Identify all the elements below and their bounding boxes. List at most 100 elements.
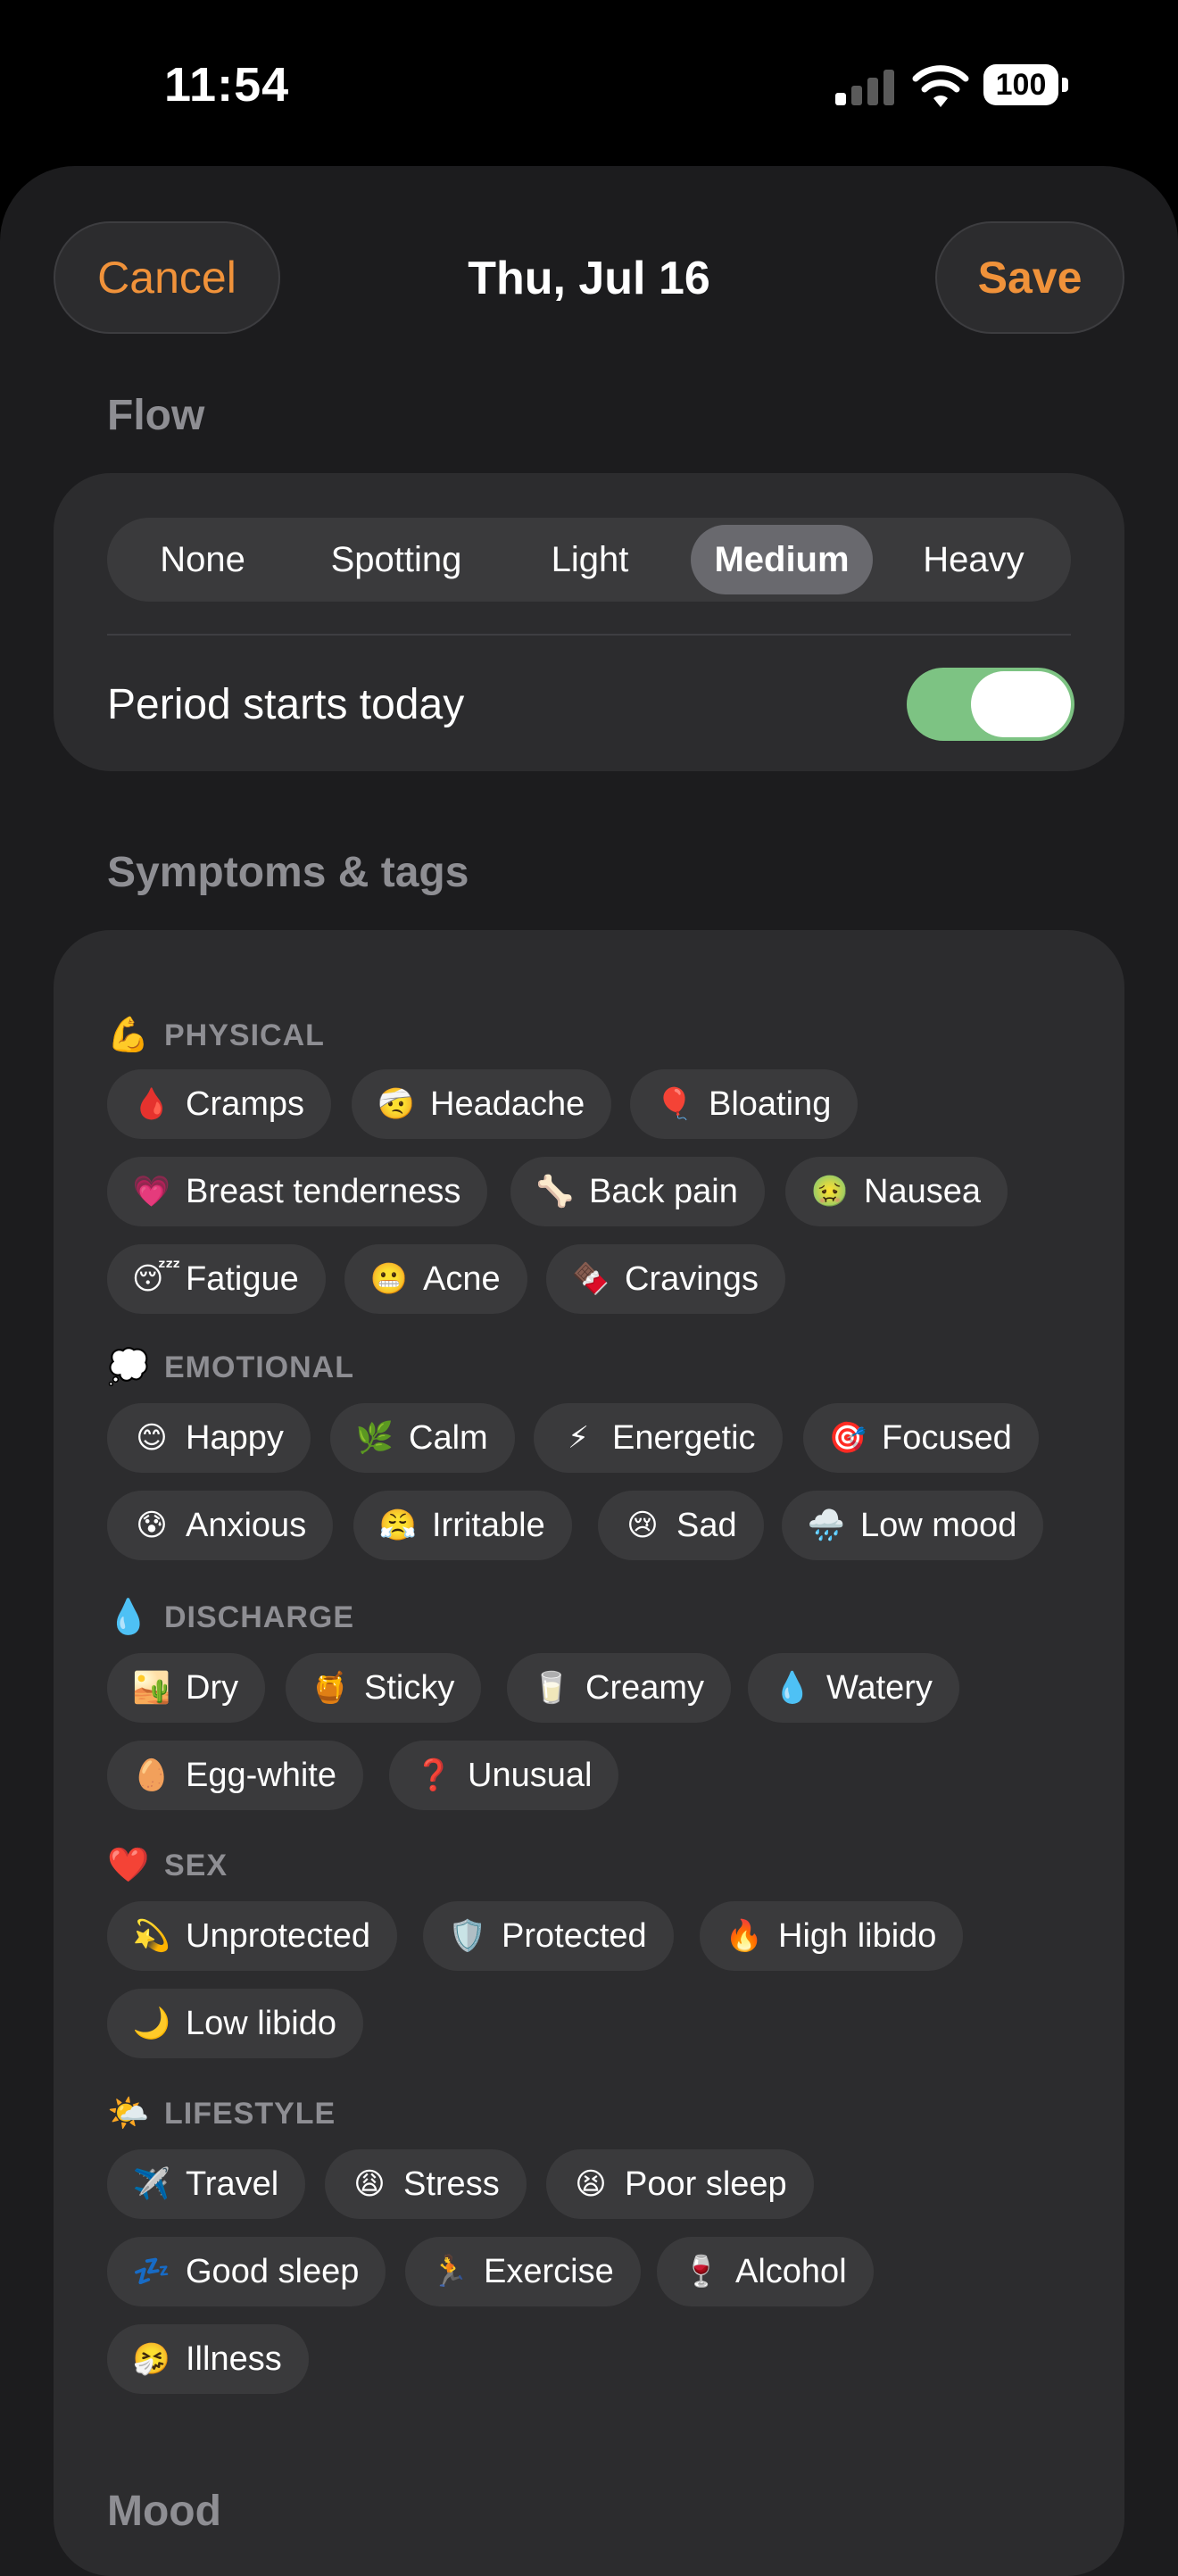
category-lifestyle: 🌤️ LIFESTYLE: [107, 2089, 336, 2139]
category-label: PHYSICAL: [164, 1018, 325, 1052]
grimacing-face-icon: 😬: [369, 1262, 409, 1296]
toggle-knob: [971, 671, 1071, 737]
flexed-biceps-icon: 💪: [107, 1017, 150, 1054]
tag-low-libido[interactable]: 🌙 Low libido: [107, 1989, 363, 2058]
tag-fatigue[interactable]: 😴 Fatigue: [107, 1244, 326, 1314]
tag-headache[interactable]: 🤕 Headache: [352, 1069, 612, 1139]
tag-acne[interactable]: 😬 Acne: [344, 1244, 527, 1314]
egg-icon: 🥚: [132, 1758, 171, 1792]
category-discharge: 💧 DISCHARGE: [107, 1592, 354, 1642]
tag-focused[interactable]: 🎯 Focused: [803, 1403, 1039, 1473]
battery-level: 100: [983, 64, 1058, 105]
flow-option-medium[interactable]: Medium: [691, 525, 873, 594]
tag-alcohol[interactable]: 🍷 Alcohol: [657, 2237, 874, 2306]
tag-energetic[interactable]: ⚡ Energetic: [534, 1403, 783, 1473]
symptoms-section-title: Symptoms & tags: [107, 849, 469, 896]
category-label: LIFESTYLE: [164, 2096, 336, 2131]
dizzy-star-icon: 💫: [132, 1919, 171, 1953]
period-starts-toggle[interactable]: [907, 668, 1074, 741]
flow-card: None Spotting Light Medium Heavy Period …: [54, 473, 1124, 771]
flow-option-none[interactable]: None: [111, 518, 294, 602]
category-label: EMOTIONAL: [164, 1350, 354, 1384]
crying-face-icon: 😢: [626, 1508, 659, 1542]
category-sex: ❤️ SEX: [107, 1841, 228, 1890]
rain-cloud-icon: 🌧️: [807, 1508, 846, 1542]
tag-poor-sleep[interactable]: 😫 Poor sleep: [546, 2149, 814, 2219]
flow-option-spotting[interactable]: Spotting: [300, 518, 493, 602]
tag-cravings[interactable]: 🍫 Cravings: [546, 1244, 785, 1314]
zzz-icon: 💤: [132, 2255, 171, 2289]
log-day-sheet: Cancel Thu, Jul 16 Save Flow None Spotti…: [0, 166, 1178, 2576]
tag-nausea[interactable]: 🤢 Nausea: [785, 1157, 1008, 1226]
huffing-face-icon: 😤: [378, 1508, 418, 1542]
tag-egg-white[interactable]: 🥚 Egg-white: [107, 1741, 363, 1810]
tag-creamy[interactable]: 🥛 Creamy: [507, 1653, 732, 1723]
fire-icon: 🔥: [725, 1919, 764, 1953]
desert-icon: 🏜️: [132, 1671, 171, 1705]
tag-watery[interactable]: 💧 Watery: [748, 1653, 959, 1723]
red-heart-icon: ❤️: [107, 1847, 150, 1884]
tag-anxious[interactable]: 😰 Anxious: [107, 1491, 334, 1560]
running-person-icon: 🏃: [430, 2255, 469, 2289]
tag-low-mood[interactable]: 🌧️ Low mood: [782, 1491, 1044, 1560]
tag-sad[interactable]: 😢 Sad: [598, 1491, 764, 1560]
smiling-face-icon: 😊: [136, 1421, 168, 1455]
airplane-icon: ✈️: [132, 2167, 171, 2201]
tag-dry[interactable]: 🏜️ Dry: [107, 1653, 266, 1723]
head-bandage-icon: 🤕: [377, 1087, 416, 1121]
droplet-icon: 💧: [773, 1671, 812, 1705]
tag-breast-tenderness[interactable]: 💗 Breast tenderness: [107, 1157, 488, 1226]
honey-pot-icon: 🍯: [311, 1671, 350, 1705]
growing-heart-icon: 💗: [132, 1175, 171, 1209]
symptoms-card: 💪 PHYSICAL 🩸 Cramps 🤕 Headache 🎈 Bloating 💗…: [54, 930, 1124, 2576]
weary-face-icon: 😩: [353, 2167, 386, 2201]
herb-icon: 🌿: [355, 1421, 394, 1455]
category-physical: 💪 PHYSICAL: [107, 1010, 325, 1060]
save-button[interactable]: Save: [935, 221, 1124, 334]
lightning-icon: ⚡: [568, 1421, 589, 1455]
tag-cramps[interactable]: 🩸 Cramps: [107, 1069, 332, 1139]
tag-irritable[interactable]: 😤 Irritable: [353, 1491, 572, 1560]
flow-section-title: Flow: [107, 392, 205, 439]
category-emotional: 💭 EMOTIONAL: [107, 1342, 354, 1392]
tag-sticky[interactable]: 🍯 Sticky: [286, 1653, 482, 1723]
category-label: DISCHARGE: [164, 1600, 355, 1634]
period-starts-label: Period starts today: [107, 681, 465, 728]
flow-segmented-control[interactable]: None Spotting Light Medium Heavy: [107, 518, 1071, 602]
tag-calm[interactable]: 🌿 Calm: [330, 1403, 515, 1473]
sleeping-face-icon: 😴: [132, 1262, 181, 1296]
tag-protected[interactable]: 🛡️ Protected: [423, 1901, 674, 1971]
tag-illness[interactable]: 🤧 Illness: [107, 2324, 309, 2394]
tag-unusual[interactable]: ❓ Unusual: [389, 1741, 619, 1810]
tag-back-pain[interactable]: 🦴 Back pain: [510, 1157, 765, 1226]
sun-behind-cloud-icon: 🌤️: [107, 2095, 150, 2132]
shield-icon: 🛡️: [448, 1919, 487, 1953]
sneezing-face-icon: 🤧: [132, 2342, 171, 2376]
flow-option-light[interactable]: Light: [498, 518, 682, 602]
question-mark-icon: ❓: [414, 1758, 453, 1792]
target-icon: 🎯: [828, 1421, 867, 1455]
tag-happy[interactable]: 😊 Happy: [107, 1403, 311, 1473]
tag-exercise[interactable]: 🏃 Exercise: [405, 2237, 641, 2306]
tag-stress[interactable]: 😩 Stress: [325, 2149, 527, 2219]
bone-icon: 🦴: [535, 1175, 575, 1209]
blood-drop-icon: 🩸: [132, 1087, 171, 1121]
glass-of-milk-icon: 🥛: [532, 1671, 571, 1705]
tag-high-libido[interactable]: 🔥 High libido: [700, 1901, 964, 1971]
battery-icon: 100: [983, 64, 1069, 105]
wine-glass-icon: 🍷: [682, 2255, 721, 2289]
tag-bloating[interactable]: 🎈 Bloating: [630, 1069, 859, 1139]
category-label: SEX: [164, 1848, 228, 1882]
tag-unprotected[interactable]: 💫 Unprotected: [107, 1901, 398, 1971]
balloon-icon: 🎈: [655, 1087, 694, 1121]
thought-balloon-icon: 💭: [107, 1349, 150, 1386]
tired-face-icon: 😫: [575, 2167, 607, 2201]
cellular-signal-icon: [835, 68, 896, 105]
droplet-icon: 💧: [107, 1599, 150, 1636]
tag-good-sleep[interactable]: 💤 Good sleep: [107, 2237, 386, 2306]
chocolate-bar-icon: 🍫: [571, 1262, 610, 1296]
status-bar: 11:54 100: [0, 0, 1178, 161]
flow-option-heavy[interactable]: Heavy: [882, 518, 1066, 602]
status-time: 11:54: [164, 58, 290, 112]
tag-travel[interactable]: ✈️ Travel: [107, 2149, 306, 2219]
